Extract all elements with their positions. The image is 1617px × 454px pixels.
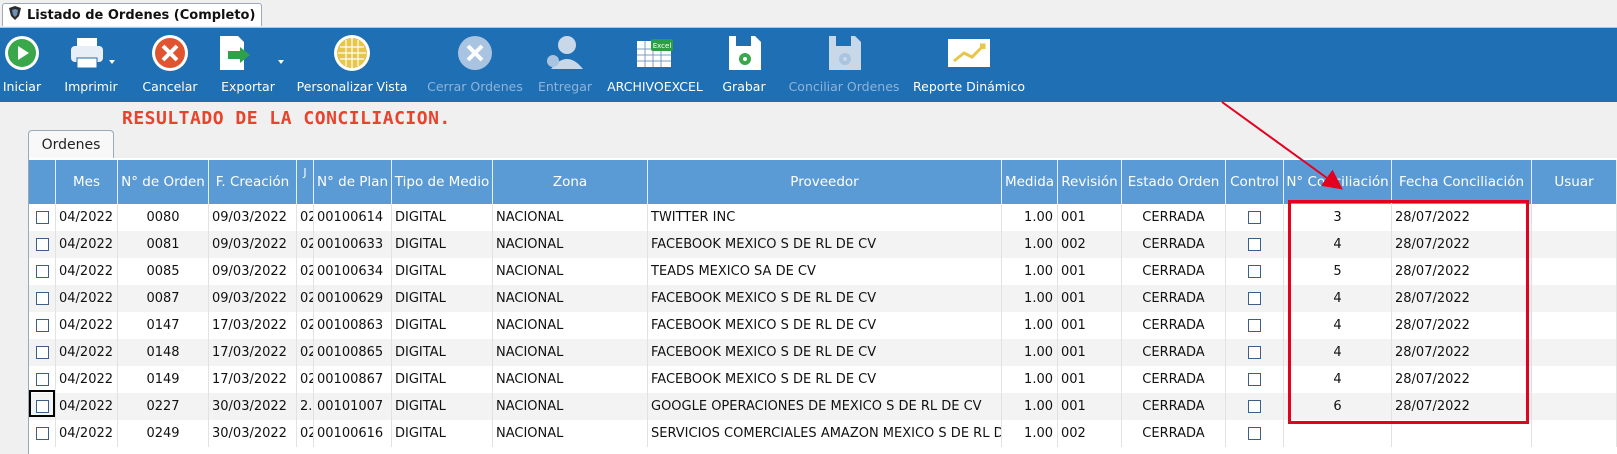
focused-cell xyxy=(29,390,55,417)
annotation-arrow xyxy=(1221,101,1343,190)
